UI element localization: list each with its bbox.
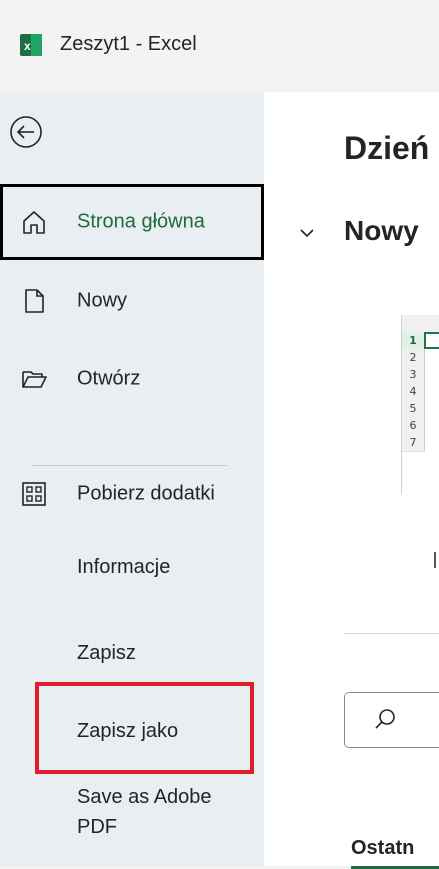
sidebar-item-info[interactable]: Informacje (77, 556, 170, 579)
window-title: Zeszyt1 - Excel (60, 33, 197, 55)
svg-text:x: x (24, 39, 31, 53)
search-input[interactable] (344, 692, 439, 748)
row-number: 1 (402, 332, 425, 350)
search-icon (375, 709, 395, 729)
sheet-corner (402, 315, 425, 333)
row-number: 4 (402, 383, 425, 401)
backstage-main: Dzień Nowy 1 2 3 4 5 6 7 Ostatn (264, 92, 439, 869)
sidebar-item-open[interactable]: Otwórz (0, 343, 264, 415)
back-arrow-icon[interactable] (8, 112, 48, 152)
sidebar-item-new[interactable]: Nowy (0, 265, 264, 337)
row-number: 2 (402, 349, 425, 367)
sidebar-item-home[interactable]: Strona główna (0, 184, 264, 260)
new-section-title: Nowy (344, 215, 419, 246)
title-bar: x Zeszyt1 - Excel (0, 0, 439, 92)
sidebar-item-get-add-ins[interactable]: Pobierz dodatki (0, 458, 264, 530)
section-divider (344, 633, 439, 634)
sidebar-item-label: Otwórz (77, 367, 141, 390)
tab-recent[interactable]: Ostatn (351, 837, 414, 860)
sidebar-item-label: Strona główna (77, 210, 205, 233)
add-ins-grid-icon (22, 482, 46, 506)
sheet-column-header (424, 315, 439, 333)
sidebar-item-label: Pobierz dodatki (77, 482, 215, 505)
greeting-heading: Dzień (344, 130, 430, 166)
sidebar-item-save-as-pdf[interactable]: Save as Adobe PDF (77, 782, 247, 842)
new-document-icon (25, 289, 44, 313)
row-number: 5 (402, 400, 425, 418)
backstage-sidebar: Strona główna Nowy Otwórz Pobierz dodatk… (0, 92, 264, 866)
row-number: 7 (402, 434, 425, 452)
sidebar-item-save[interactable]: Zapisz (77, 642, 136, 665)
row-number: 3 (402, 366, 425, 384)
blank-workbook-thumbnail[interactable]: 1 2 3 4 5 6 7 (401, 315, 439, 495)
sidebar-item-save-as[interactable]: Zapisz jako (77, 720, 178, 743)
home-icon (23, 211, 45, 234)
folder-open-icon (22, 371, 47, 388)
excel-icon: x (20, 34, 42, 56)
active-cell (424, 332, 439, 349)
template-label-fragment (434, 552, 439, 568)
chevron-down-icon[interactable] (298, 224, 316, 242)
row-number: 6 (402, 417, 425, 435)
sidebar-item-label: Nowy (77, 289, 128, 312)
